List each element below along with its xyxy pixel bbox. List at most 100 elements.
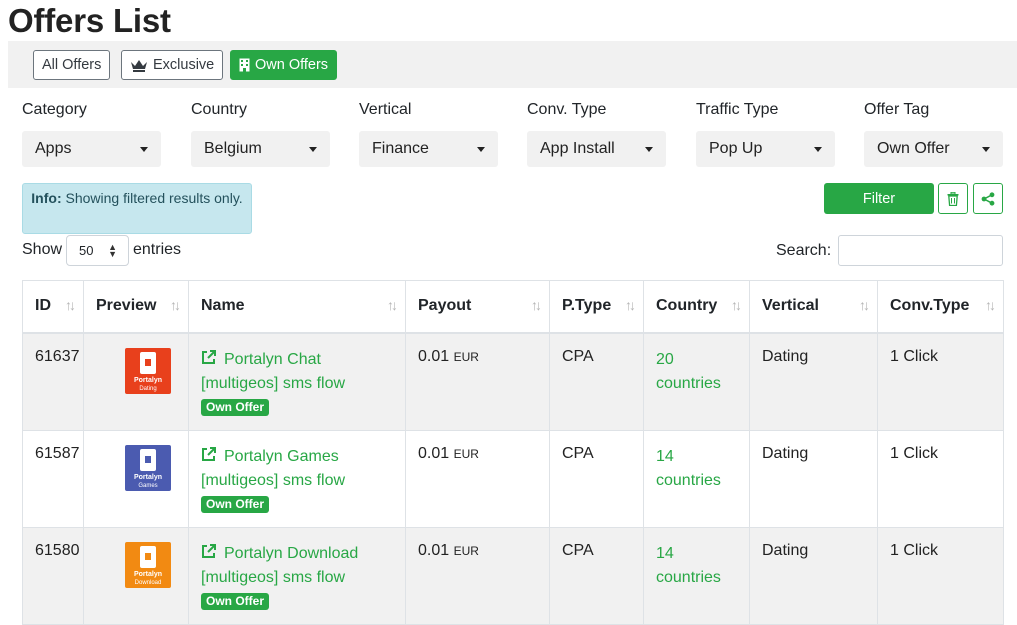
entries-select[interactable]: 50 ▲ ▼ [66, 235, 129, 266]
filter-category: Category Apps [22, 100, 161, 167]
external-link-icon [202, 543, 216, 558]
payout-currency: EUR [453, 349, 479, 364]
offer-name: Portalyn Download [multigeos] sms flow [201, 544, 359, 586]
tab-own-offers[interactable]: Own Offers [230, 50, 338, 80]
filter-label: Vertical [359, 101, 412, 118]
select-value: Own Offer [877, 140, 950, 157]
ptype-cell: CPA [549, 429, 644, 528]
filter-vertical: Vertical Finance [359, 100, 498, 167]
payout-cell: 0.01 EUR [405, 332, 550, 431]
filter-button[interactable]: Filter [824, 183, 934, 214]
table-row: 61637 Portalyn Dating Portalyn Chat [mul… [22, 332, 1004, 431]
filter-label: Country [191, 101, 248, 118]
tab-all-offers[interactable]: All Offers [33, 50, 111, 80]
category-select[interactable]: Apps [22, 131, 161, 167]
page-title: Offers List [8, 2, 171, 39]
select-value: Finance [372, 140, 429, 157]
svg-text:Download: Download [135, 580, 162, 586]
delete-filter-button[interactable] [938, 183, 968, 214]
country-select[interactable]: Belgium [191, 131, 330, 167]
external-link-icon [202, 446, 216, 461]
sort-icon: ↑↓ [65, 297, 76, 313]
preview-cell: Portalyn Download [83, 526, 189, 625]
offer-id: 61637 [22, 332, 84, 431]
countries-link[interactable]: 14 countries [656, 448, 721, 489]
filter-button-label: Filter [862, 190, 896, 207]
conv-type-select[interactable]: App Install [527, 131, 666, 167]
own-offer-badge: Own Offer [201, 398, 270, 416]
caret-down-icon [477, 146, 485, 152]
share-button[interactable] [973, 183, 1003, 214]
offer-name: Portalyn Chat [multigeos] sms flow [201, 350, 346, 392]
offer-name: Portalyn Games [multigeos] sms flow [201, 447, 346, 489]
updown-icon: ▲ ▼ [108, 242, 117, 259]
payout-currency: EUR [453, 543, 479, 558]
payout-cell: 0.01 EUR [405, 429, 550, 528]
payout-cell: 0.01 EUR [405, 526, 550, 625]
select-value: Apps [35, 140, 72, 157]
offer-id: 61580 [22, 526, 84, 625]
trash-icon [947, 191, 959, 206]
countries-link[interactable]: 14 countries [656, 545, 721, 586]
vertical-cell: Dating [749, 526, 878, 625]
offer-name-link[interactable]: Portalyn Download [multigeos] sms flow [201, 542, 393, 590]
offer-tag-select[interactable]: Own Offer [864, 131, 1003, 167]
preview-cell: Portalyn Dating [83, 332, 189, 431]
column-header-country[interactable]: Country ↑↓ [643, 280, 750, 334]
sort-icon: ↑↓ [387, 297, 398, 313]
payout-value: 0.01 [418, 444, 450, 462]
share-icon [981, 191, 995, 206]
search-input[interactable] [838, 235, 1003, 266]
sort-icon: ↑↓ [625, 297, 636, 313]
vertical-select[interactable]: Finance [359, 131, 498, 167]
header-label: Preview [96, 297, 157, 315]
conv-type-cell: 1 Click [877, 332, 1004, 431]
conv-type-cell: 1 Click [877, 526, 1004, 625]
offer-name-cell: Portalyn Chat [multigeos] sms flow Own O… [188, 332, 406, 431]
table-header-row: ID ↑↓ Preview ↑↓ Name ↑↓ Payout ↑↓ P.Type ↑↓ … [22, 280, 1004, 334]
crown-icon [131, 60, 147, 72]
traffic-type-select[interactable]: Pop Up [696, 131, 835, 167]
svg-text:Portalyn: Portalyn [134, 571, 162, 578]
ptype-cell: CPA [549, 332, 644, 431]
vertical-cell: Dating [749, 332, 878, 431]
sort-icon: ↑↓ [731, 297, 742, 313]
header-label: Conv.Type [890, 297, 970, 315]
country-cell: 14 countries [643, 526, 750, 625]
offer-id: 61587 [22, 429, 84, 528]
offer-name-link[interactable]: Portalyn Chat [multigeos] sms flow [201, 348, 393, 396]
svg-text:Portalyn: Portalyn [134, 377, 162, 384]
countries-link[interactable]: 20 countries [656, 351, 721, 392]
svg-text:Games: Games [138, 483, 157, 489]
offer-name-link[interactable]: Portalyn Games [multigeos] sms flow [201, 445, 393, 493]
info-title: Info: [31, 190, 62, 206]
tab-exclusive[interactable]: Exclusive [121, 50, 224, 80]
column-header-name[interactable]: Name ↑↓ [188, 280, 406, 334]
column-header-preview[interactable]: Preview ↑↓ [83, 280, 189, 334]
offer-preview-image: Portalyn Dating [125, 347, 171, 394]
filter-traffic-type: Traffic Type Pop Up [696, 100, 835, 167]
table-row: 61580 Portalyn Download Portalyn Downloa… [22, 526, 1004, 625]
header-label: Payout [418, 297, 472, 315]
info-alert: Info: Showing filtered results only. [22, 183, 252, 234]
caret-down-icon [140, 146, 148, 152]
tab-label: Own Offers [255, 57, 329, 73]
select-value: Belgium [204, 140, 262, 157]
show-label: Show [22, 241, 63, 258]
header-label: P.Type [562, 297, 612, 315]
column-header-id[interactable]: ID ↑↓ [22, 280, 84, 334]
column-header-vertical[interactable]: Vertical ↑↓ [749, 280, 878, 334]
caret-down-icon [309, 146, 317, 152]
column-header-conv-type[interactable]: Conv.Type ↑↓ [877, 280, 1004, 334]
column-header-ptype[interactable]: P.Type ↑↓ [549, 280, 644, 334]
offers-table: ID ↑↓ Preview ↑↓ Name ↑↓ Payout ↑↓ P.Type ↑↓ … [22, 280, 1004, 625]
tab-label: All Offers [42, 57, 102, 73]
filter-label: Conv. Type [527, 101, 607, 118]
column-header-payout[interactable]: Payout ↑↓ [405, 280, 550, 334]
entries-label: entries [133, 241, 182, 258]
caret-down-icon [814, 146, 822, 152]
payout-value: 0.01 [418, 541, 450, 559]
entries-value: 50 [79, 243, 94, 258]
select-value: App Install [540, 140, 615, 157]
offer-name-cell: Portalyn Games [multigeos] sms flow Own … [188, 429, 406, 528]
